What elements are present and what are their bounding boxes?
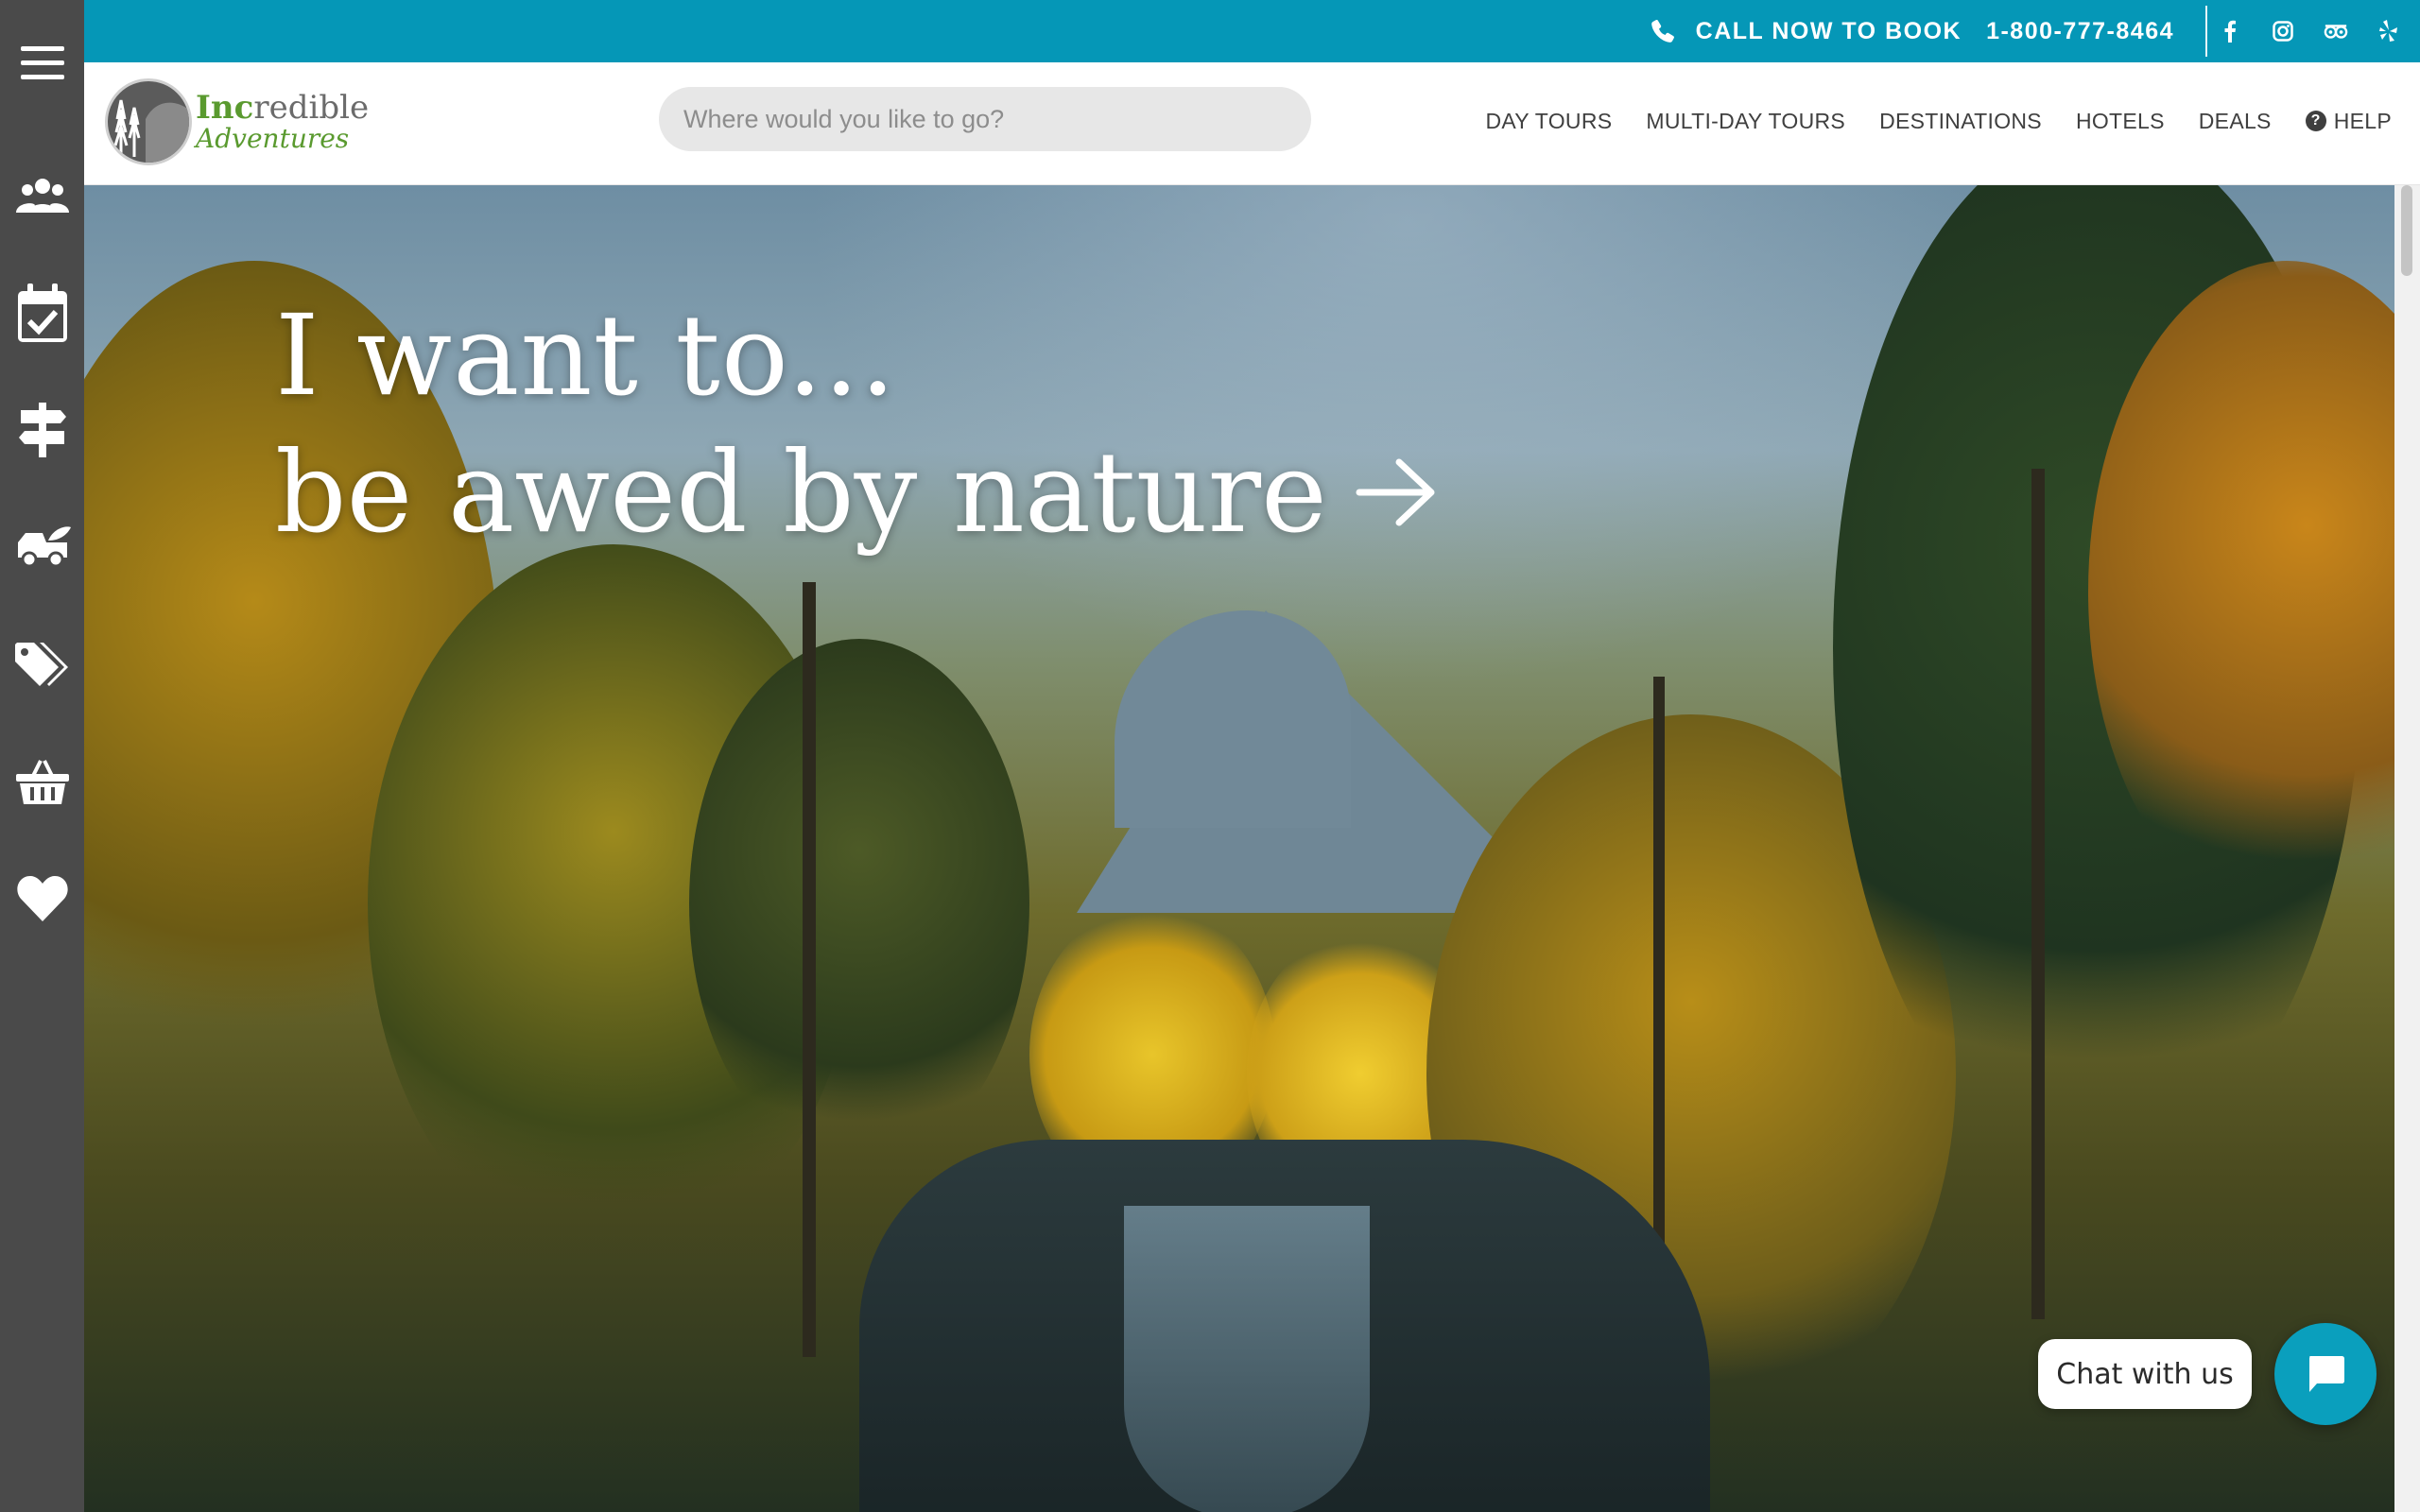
- sidebar-item-tours[interactable]: [0, 514, 84, 580]
- sidebar-item-cart[interactable]: [0, 748, 84, 815]
- main-nav: DAY TOURS MULTI-DAY TOURS DESTINATIONS H…: [1485, 62, 2392, 180]
- logo-mark: [105, 78, 192, 165]
- sidebar-item-deals[interactable]: [0, 631, 84, 697]
- chat-bubble-icon: [2309, 1356, 2344, 1392]
- left-sidebar: [0, 0, 84, 1512]
- menu-button[interactable]: [0, 30, 84, 96]
- sidebar-item-favorites[interactable]: [0, 866, 84, 932]
- facebook-icon[interactable]: [2218, 19, 2242, 43]
- call-to-book[interactable]: CALL NOW TO BOOK 1-800-777-8464: [1651, 0, 2174, 62]
- nav-hotels[interactable]: HOTELS: [2076, 109, 2165, 134]
- nav-deals[interactable]: DEALS: [2199, 109, 2272, 134]
- heart-icon: [16, 876, 68, 921]
- basket-icon: [15, 760, 69, 804]
- hero-trunk: [803, 582, 816, 1357]
- page-scrollbar[interactable]: [2394, 185, 2420, 1512]
- signpost-icon: [18, 403, 66, 457]
- logo-line1-rest: redible: [253, 89, 370, 127]
- hero-reflection: [1124, 1206, 1370, 1512]
- call-label: CALL NOW TO BOOK: [1695, 17, 1962, 44]
- nav-day-tours[interactable]: DAY TOURS: [1485, 109, 1612, 134]
- chat-button[interactable]: [2274, 1323, 2377, 1425]
- social-links: [2218, 0, 2401, 62]
- arrow-right-icon: [1356, 458, 1435, 526]
- scrollbar-thumb[interactable]: [2401, 185, 2412, 276]
- group-icon: [15, 179, 69, 213]
- site-header: Incredible Adventures DAY TOURS MULTI-DA…: [84, 62, 2420, 185]
- nav-help-label: HELP: [2333, 108, 2392, 133]
- hero-banner: I want to... be awed by nature: [84, 185, 2394, 1512]
- hero-trunk: [1653, 677, 1665, 1319]
- site-logo[interactable]: Incredible Adventures: [105, 78, 369, 165]
- logo-line1-bold: Inc: [196, 89, 254, 127]
- topbar-divider: [2205, 6, 2207, 57]
- logo-text: Incredible Adventures: [196, 92, 369, 152]
- question-circle-icon: ?: [2305, 111, 2326, 131]
- hero-line2: be awed by nature: [275, 427, 1327, 558]
- sidebar-item-destinations[interactable]: [0, 397, 84, 463]
- sidebar-item-calendar[interactable]: [0, 280, 84, 346]
- calendar-check-icon: [17, 284, 67, 342]
- hero-tree: [689, 639, 1029, 1168]
- menu-icon: [20, 46, 64, 79]
- yelp-icon[interactable]: [2377, 19, 2401, 43]
- nav-destinations[interactable]: DESTINATIONS: [1879, 109, 2042, 134]
- sidebar-item-groups[interactable]: [0, 163, 84, 229]
- instagram-icon[interactable]: [2271, 19, 2295, 43]
- phone-number[interactable]: 1-800-777-8464: [1986, 18, 2174, 45]
- vehicle-icon: [17, 526, 71, 568]
- chat-label[interactable]: Chat with us: [2038, 1339, 2252, 1409]
- tripadvisor-icon[interactable]: [2324, 19, 2348, 43]
- phone-icon: [1651, 20, 1674, 43]
- hero-cta[interactable]: be awed by nature: [275, 421, 1437, 563]
- nav-multi-day-tours[interactable]: MULTI-DAY TOURS: [1646, 109, 1845, 134]
- tags-icon: [14, 643, 68, 686]
- logo-line2: Adventures: [196, 123, 350, 154]
- nav-help[interactable]: ? HELP: [2305, 108, 2392, 134]
- hero-line1: I want to...: [275, 290, 897, 421]
- hero-headline: I want to... be awed by nature: [275, 289, 1437, 563]
- top-bar: CALL NOW TO BOOK 1-800-777-8464: [84, 0, 2420, 62]
- search-input[interactable]: [659, 87, 1311, 151]
- hero-trunk: [2031, 469, 2045, 1319]
